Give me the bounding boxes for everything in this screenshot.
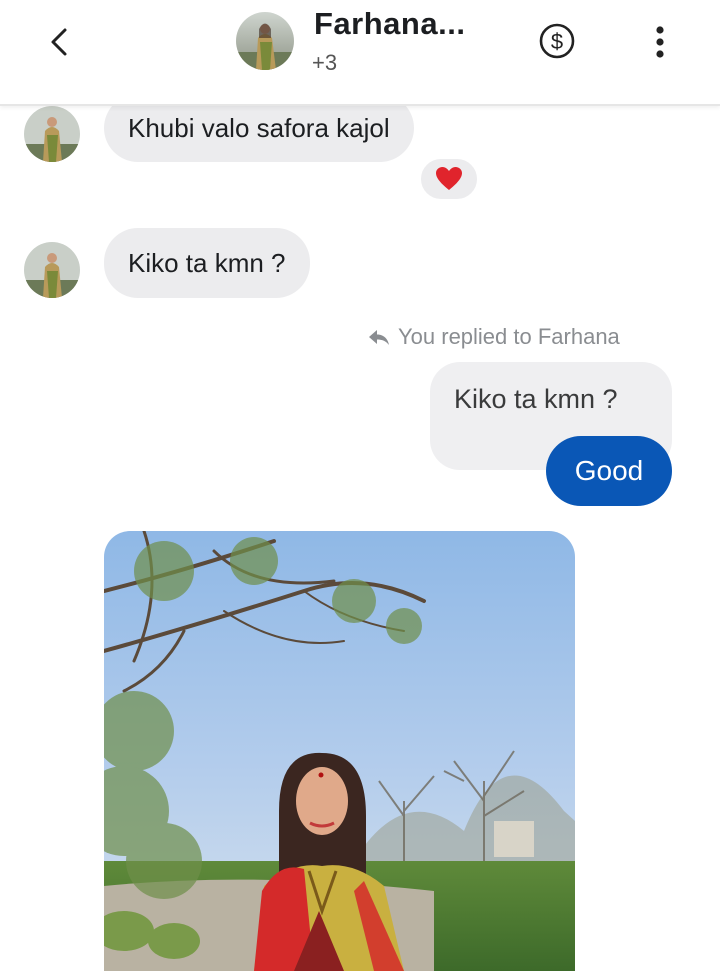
avatar[interactable]: [24, 242, 80, 298]
quoted-text: Kiko ta kmn ?: [454, 384, 618, 414]
participant-count: +3: [312, 50, 338, 75]
message-text: Khubi valo safora kajol: [128, 113, 390, 143]
heart-icon: [436, 167, 462, 190]
message-bubble[interactable]: Kiko ta kmn ?: [104, 228, 310, 298]
page-title[interactable]: Farhana...: [314, 6, 465, 42]
reply-arrow-icon: [369, 330, 389, 345]
more-options-button[interactable]: [640, 20, 680, 64]
payment-button[interactable]: $: [536, 20, 578, 62]
chat-header: Farhana... +3 $: [0, 0, 720, 106]
photo-message[interactable]: [104, 531, 575, 971]
back-button[interactable]: [40, 22, 80, 62]
outgoing-message-bubble[interactable]: Good: [546, 436, 672, 506]
dollar-circle-icon: $: [539, 23, 575, 59]
avatar[interactable]: [236, 12, 294, 70]
message-text: Good: [574, 455, 644, 486]
reaction-badge[interactable]: [418, 156, 480, 202]
reply-indicator: You replied to Farhana: [368, 324, 620, 350]
svg-text:$: $: [551, 29, 563, 54]
chevron-left-icon: [51, 28, 67, 56]
reply-note-text: You replied to Farhana: [398, 324, 620, 349]
more-vertical-icon: [656, 26, 664, 58]
message-text: Kiko ta kmn ?: [128, 248, 286, 278]
avatar[interactable]: [24, 106, 80, 162]
